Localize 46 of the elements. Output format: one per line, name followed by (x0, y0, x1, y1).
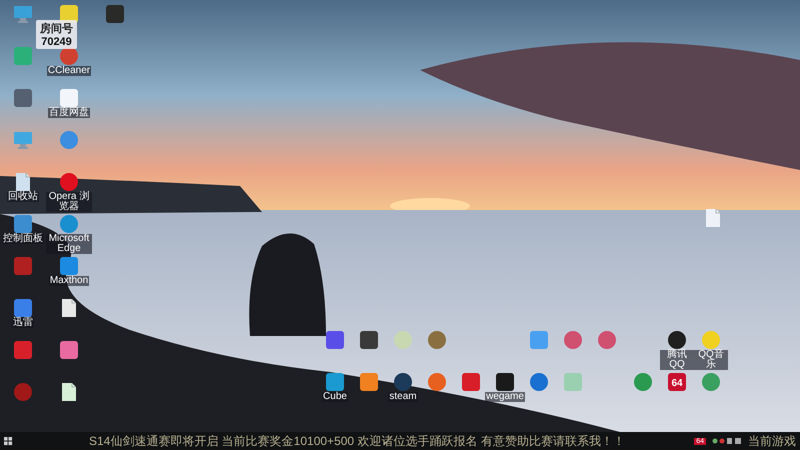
icon-label: Cube (322, 392, 348, 402)
icon-label: Microsoft Edge (46, 234, 92, 254)
overlay-text: 当前游戏 (748, 432, 796, 450)
round-app-icon[interactable] (394, 373, 412, 391)
room-label: 房间号 (40, 22, 73, 36)
app-tile-icon[interactable] (360, 373, 378, 391)
app-tile-icon[interactable] (462, 373, 480, 391)
icon-label: steam (388, 392, 418, 402)
document-icon[interactable] (62, 299, 76, 317)
round-app-icon[interactable] (668, 331, 686, 349)
icon-label: 百度网盘 (48, 108, 90, 118)
icon-label: 回收站 (7, 192, 39, 202)
app-tile-icon[interactable] (564, 373, 582, 391)
app-tile-icon[interactable] (106, 5, 124, 23)
monitor-icon[interactable] (14, 131, 32, 149)
app-tile-icon[interactable] (530, 331, 548, 349)
app-tile-icon[interactable] (14, 257, 32, 275)
monitor-icon[interactable] (14, 5, 32, 23)
app-tile-icon[interactable] (60, 89, 78, 107)
round-app-icon[interactable] (428, 373, 446, 391)
icon-label: 控制面板 (2, 234, 44, 244)
ticker-text: S14仙剑速通赛即将开启 当前比赛奖金10100+500 欢迎诸位选手踊跃报名 有意赞助比赛请联系我！！ (89, 432, 625, 450)
system-tray-icons[interactable] (712, 437, 742, 445)
app-tile-icon[interactable] (14, 341, 32, 359)
icon-label: 腾讯QQ (660, 350, 694, 370)
icon-label: CCleaner (46, 66, 92, 76)
room-number: 70249 (41, 36, 72, 48)
app-tile-icon[interactable] (14, 215, 32, 233)
app-tile-icon[interactable] (14, 47, 32, 65)
icon-label: Opera 浏览器 (46, 192, 92, 212)
app-tile-icon[interactable]: 64 (668, 373, 686, 391)
app-tile-icon[interactable] (496, 373, 514, 391)
app-tile-icon[interactable] (326, 373, 344, 391)
app-tile-icon[interactable] (14, 299, 32, 317)
app-tile-icon[interactable] (326, 331, 344, 349)
icon-label: 迅雷 (12, 318, 34, 328)
icon-label: QQ音乐 (694, 350, 728, 370)
app-tile-icon[interactable] (360, 331, 378, 349)
icon-label: wegame (485, 392, 525, 402)
app-tile-icon[interactable] (60, 257, 78, 275)
start-icon[interactable] (4, 436, 13, 446)
round-app-icon[interactable] (60, 173, 78, 191)
document-icon[interactable] (62, 383, 76, 401)
icon-label: Maxthon (48, 276, 90, 286)
app-tile-icon[interactable] (14, 89, 32, 107)
app-tile-icon[interactable] (60, 341, 78, 359)
